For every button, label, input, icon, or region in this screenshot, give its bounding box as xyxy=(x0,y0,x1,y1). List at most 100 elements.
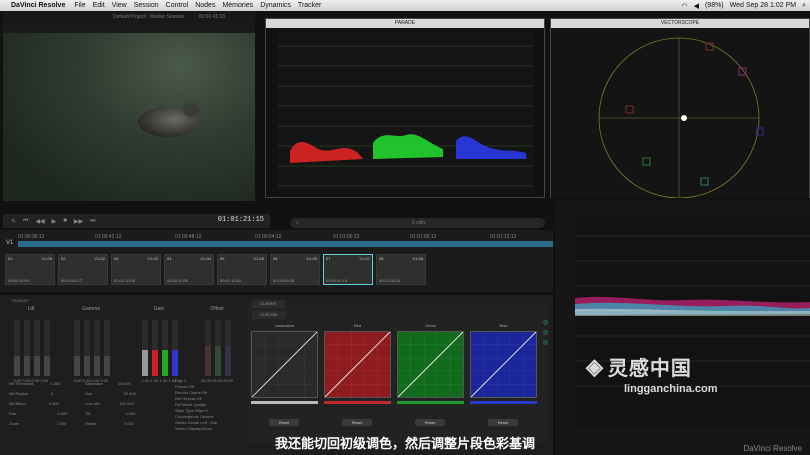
rewind-icon[interactable]: ◀◀ xyxy=(35,218,44,225)
luminance-slider[interactable] xyxy=(251,401,318,404)
parade-title: PARADE xyxy=(266,19,544,28)
primaries-tab[interactable]: PRIMARY xyxy=(11,298,29,303)
gain-label: Gain xyxy=(153,306,165,312)
param-row[interactable]: Mfl Threshold 0.200 xyxy=(9,381,60,386)
param-row[interactable]: Stereo Grade Left : Sub xyxy=(175,420,217,425)
menu-file[interactable]: File xyxy=(74,2,85,9)
ruler-tick: 01:01:12:12 xyxy=(490,234,517,240)
play-icon[interactable]: ▶ xyxy=(52,218,57,225)
param-row[interactable]: Mfl Radius 0 xyxy=(9,391,53,396)
green-curve[interactable] xyxy=(397,331,464,398)
green-reset-button[interactable]: Reset xyxy=(415,419,445,426)
clip-thumbnails: 01 V1-05 00:00:40:09 02 V1-02 00:04:54:17 03… xyxy=(5,254,553,286)
viewer-timecode: 00:00:41:18 xyxy=(198,13,225,20)
param-row[interactable]: Ref Repeat Off xyxy=(175,396,202,401)
clip-thumbnail[interactable]: 06 V1-06 00:00:09:28 xyxy=(270,254,320,285)
param-row[interactable]: Hue 50.000 xyxy=(85,391,136,396)
app-name-menu[interactable]: DaVinci Resolve xyxy=(11,2,65,9)
wifi-icon[interactable]: ◠ xyxy=(681,2,687,10)
vectorscope-panel: VECTORSCOPE xyxy=(550,18,810,198)
ruler-tick: 01:00:36:12 xyxy=(18,234,45,240)
skip-back-icon[interactable]: ⏮ xyxy=(23,218,28,225)
ruler-tick: 01:00:42:12 xyxy=(95,234,122,240)
param-row[interactable]: Render Cache Off xyxy=(175,390,207,395)
menu-edit[interactable]: Edit xyxy=(93,2,105,9)
edit-tool-icon[interactable]: ✎ xyxy=(11,218,16,225)
clip-thumbnail[interactable]: 03 V1-03 00:01:10:08 xyxy=(111,254,161,285)
node-icon[interactable]: ◎ xyxy=(543,329,548,336)
blue-slider[interactable] xyxy=(470,401,537,404)
param-row[interactable]: Wipe Type Wipe H xyxy=(175,408,208,413)
primaries-panel: PRIMARY Lift 0.00 0.00 0.00 0.00 Gamma 0… xyxy=(5,298,243,438)
ruler-tick: 01:01:00:12 xyxy=(333,234,360,240)
luminance-curve[interactable] xyxy=(251,331,318,398)
video-viewer[interactable]: Default Project : Master Session 00:00:4… xyxy=(3,11,255,201)
battery-status[interactable]: (98%) xyxy=(705,2,724,9)
param-row[interactable]: Lum Mix 100.000 xyxy=(85,401,134,406)
clip-thumbnail[interactable]: 05 V1-05 00:01:10:02 xyxy=(217,254,267,285)
offset-label: Offset xyxy=(210,306,224,312)
param-row[interactable]: Convergence Outside xyxy=(175,414,214,419)
ruler-tick: 01:00:54:12 xyxy=(255,234,282,240)
transport-timecode: 01:01:21:15 xyxy=(217,216,264,224)
param-row[interactable]: Stereo Display Mono xyxy=(175,426,212,431)
param-row[interactable]: Ref Mode Quality xyxy=(175,402,206,407)
curves-tab[interactable]: CURVES xyxy=(252,300,285,308)
green-slider[interactable] xyxy=(397,401,464,404)
luminance-curve-label: Luminance xyxy=(274,323,295,328)
param-row[interactable]: Saturation 50.000 xyxy=(85,381,131,386)
green-curve-label: Green xyxy=(424,323,437,328)
param-row[interactable]: Rotate 0.000 xyxy=(85,421,134,426)
node-icon[interactable]: ◎ xyxy=(543,319,548,326)
video-subtitle: 我还能切回初级调色，然后调整片段色彩基调 xyxy=(274,436,535,451)
red-reset-button[interactable]: Reset xyxy=(342,419,372,426)
param-row[interactable]: Tilt 0.000 xyxy=(85,411,135,416)
red-curve[interactable] xyxy=(324,331,391,398)
ruler-tick: 01:00:48:12 xyxy=(175,234,202,240)
spotlight-icon[interactable]: ⌕ xyxy=(802,2,806,10)
menu-view[interactable]: View xyxy=(112,2,127,9)
blue-reset-button[interactable]: Reset xyxy=(488,419,518,426)
clip-thumbnail[interactable]: 02 V1-02 00:04:54:17 xyxy=(58,254,108,285)
menu-tracker[interactable]: Tracker xyxy=(298,2,321,9)
project-title: Default Project : Master Session xyxy=(113,13,185,20)
video-track[interactable] xyxy=(18,241,553,247)
viewer-image xyxy=(3,33,255,201)
menu-control[interactable]: Control xyxy=(166,2,189,9)
menu-dynamics[interactable]: Dynamics xyxy=(260,2,291,9)
waveform-panel: ◎ ◎ ◎ DaVinci Resolve xyxy=(543,201,810,455)
stop-icon[interactable]: ■ xyxy=(63,218,67,224)
watermark-logo-icon: ◈ xyxy=(586,353,603,379)
clip-thumbnail[interactable]: 04 V1-04 00:02:10:05 xyxy=(164,254,214,285)
transport-bar: ✎ ⏮ ◀◀ ▶ ■ ▶▶ ⏭ 01:01:21:15 xyxy=(3,214,270,228)
skip-forward-icon[interactable]: ⏭ xyxy=(90,218,95,225)
node-icon[interactable]: ◎ xyxy=(543,339,548,346)
menu-memories[interactable]: Memories xyxy=(222,2,253,9)
stills-search[interactable]: ⌕ 5 stills xyxy=(290,218,545,228)
menu-session[interactable]: Session xyxy=(134,2,159,9)
param-row[interactable]: Mfl Blend 0.000 xyxy=(9,401,59,406)
volume-icon[interactable]: ◀ xyxy=(694,2,699,10)
clip-thumbnail[interactable]: 08 V1-08 00:10:28:15 xyxy=(376,254,426,285)
luminance-reset-button[interactable]: Reset xyxy=(269,419,299,426)
offset-values: 25.00 25.00 25.00 xyxy=(200,378,234,383)
fast-forward-icon[interactable]: ▶▶ xyxy=(74,218,83,225)
parade-scope xyxy=(278,31,534,194)
menu-nodes[interactable]: Nodes xyxy=(195,2,215,9)
ruler-tick: 01:01:06:12 xyxy=(410,234,437,240)
clock[interactable]: Wed Sep 28 1:02 PM xyxy=(730,2,796,9)
red-slider[interactable] xyxy=(324,401,391,404)
timeline-ruler[interactable]: 01:00:36:12 01:00:42:12 01:00:48:12 01:0… xyxy=(0,233,553,241)
parade-panel: PARADE xyxy=(265,18,545,198)
timeline[interactable]: 01:00:36:12 01:00:42:12 01:00:48:12 01:0… xyxy=(0,230,553,292)
curves-panel: CURVES CUSTOM Luminance Red Green Blue R… xyxy=(248,300,548,443)
offset-wheel[interactable]: Offset 25.00 25.00 25.00 xyxy=(191,306,243,396)
clip-thumbnail-selected[interactable]: 07 V1-07 00:00:41:18 xyxy=(323,254,373,285)
param-row[interactable]: Digs 0 xyxy=(175,378,186,383)
custom-subtab[interactable]: CUSTOM xyxy=(252,311,286,319)
param-row[interactable]: Pan 0.000 xyxy=(9,411,67,416)
param-row[interactable]: Freeze Off xyxy=(175,384,194,389)
param-row[interactable]: Zoom 1.000 xyxy=(9,421,66,426)
blue-curve[interactable] xyxy=(470,331,537,398)
clip-thumbnail[interactable]: 01 V1-05 00:00:40:09 xyxy=(5,254,55,285)
